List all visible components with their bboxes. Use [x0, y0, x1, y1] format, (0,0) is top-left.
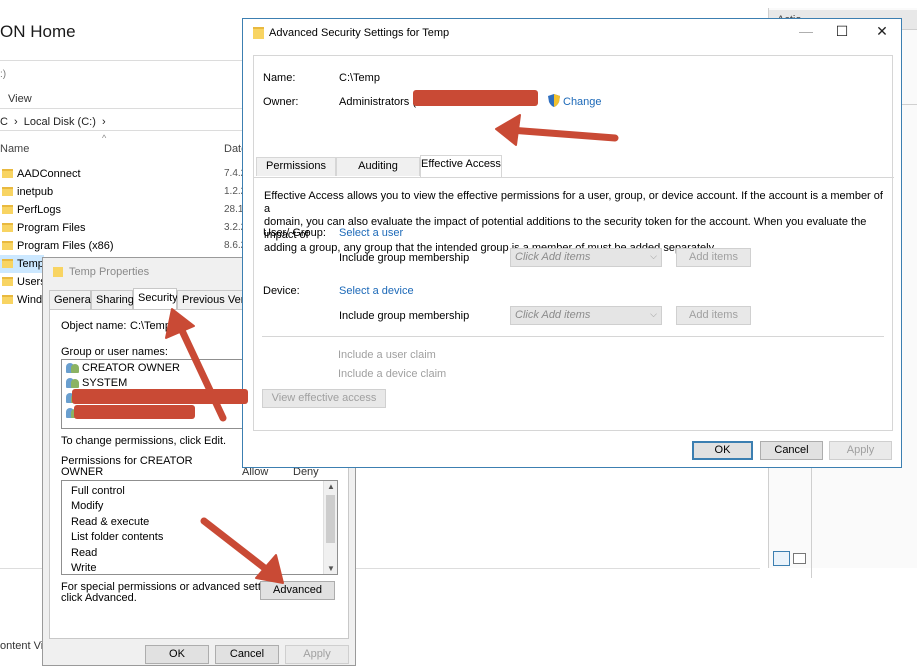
annotation-arrow [200, 517, 275, 577]
annotation-arrow [506, 126, 619, 142]
annotation-arrowhead [495, 114, 521, 146]
annotation-arrows [165, 114, 619, 584]
annotation-arrowhead [255, 554, 284, 584]
annotation-arrow [174, 318, 227, 422]
